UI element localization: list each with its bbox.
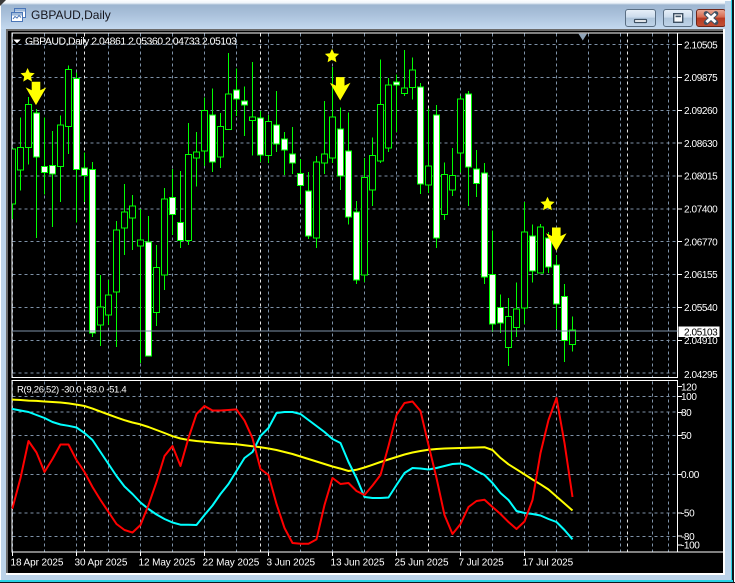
svg-text:2.06770: 2.06770 [684, 237, 718, 248]
svg-text:30 Apr 2025: 30 Apr 2025 [75, 558, 128, 569]
svg-text:12 May 2025: 12 May 2025 [139, 558, 196, 569]
svg-text:2.10505: 2.10505 [684, 40, 718, 51]
svg-text:-50: -50 [681, 509, 695, 520]
svg-text:2.09875: 2.09875 [684, 73, 718, 84]
svg-text:2.08015: 2.08015 [684, 172, 718, 183]
svg-text:17 Jul 2025: 17 Jul 2025 [523, 558, 574, 569]
svg-text:R(9,26,52) -30.0 -83.0 -51.4: R(9,26,52) -30.0 -83.0 -51.4 [17, 385, 126, 396]
svg-text:2.09260: 2.09260 [684, 106, 718, 117]
svg-text:2.08630: 2.08630 [684, 139, 718, 150]
svg-text:2.06155: 2.06155 [684, 270, 718, 281]
svg-text:-100: -100 [681, 541, 700, 552]
svg-text:22 May 2025: 22 May 2025 [203, 558, 260, 569]
svg-text:50: 50 [681, 431, 692, 442]
svg-text:13 Jun 2025: 13 Jun 2025 [331, 558, 385, 569]
svg-text:GBPAUD,Daily 2.04861 2.05360: GBPAUD,Daily 2.04861 2.05360 2.04733 2.0… [25, 36, 237, 48]
svg-text:7 Jul 2025: 7 Jul 2025 [459, 558, 505, 569]
svg-text:2.05103: 2.05103 [684, 327, 718, 338]
svg-text:2.07400: 2.07400 [684, 205, 718, 216]
svg-text:100: 100 [681, 392, 697, 403]
svg-text:2.05540: 2.05540 [684, 303, 718, 314]
svg-text:25 Jun 2025: 25 Jun 2025 [395, 558, 449, 569]
svg-text:18 Apr 2025: 18 Apr 2025 [11, 558, 64, 569]
svg-text:3 Jun 2025: 3 Jun 2025 [267, 558, 316, 569]
svg-text:2.04295: 2.04295 [684, 370, 718, 381]
svg-text:0.00: 0.00 [681, 470, 700, 481]
svg-text:80: 80 [681, 408, 692, 419]
